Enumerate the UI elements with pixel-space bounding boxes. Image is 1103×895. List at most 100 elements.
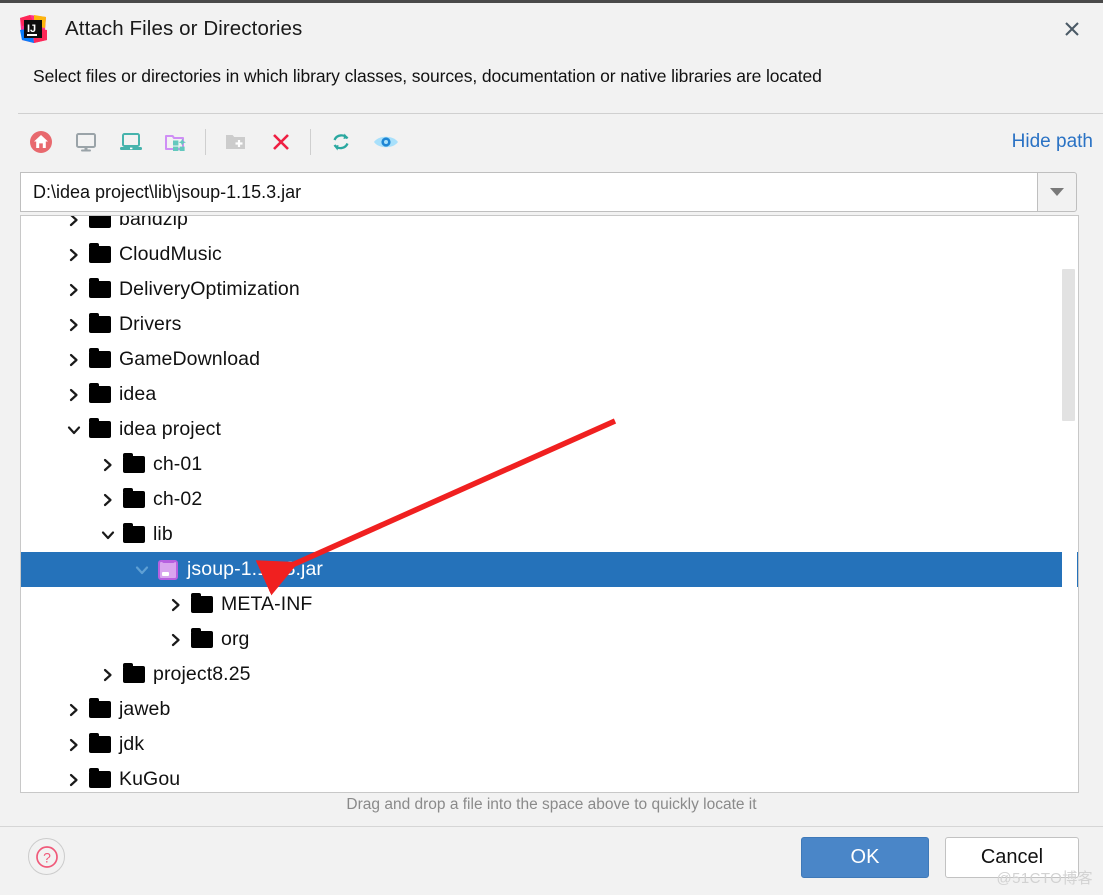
watermark: @51CTO博客 [996, 870, 1093, 887]
path-input[interactable]: D:\idea project\lib\jsoup-1.15.3.jar [20, 172, 1037, 212]
tree-row[interactable]: project8.25 [21, 657, 1078, 692]
tree-row-label: ch-02 [153, 488, 203, 510]
chevron-down-icon[interactable] [129, 552, 155, 587]
tree-row-label: KuGou [119, 768, 181, 790]
folder-icon [87, 272, 113, 307]
tree-row[interactable]: META-INF [21, 587, 1078, 622]
title-bar: IJ Attach Files or Directories [0, 3, 1103, 55]
folder-icon [87, 377, 113, 412]
tree-row-indent [21, 272, 61, 307]
home-icon[interactable] [18, 122, 63, 162]
folder-icon [189, 622, 215, 657]
folder-icon [121, 447, 147, 482]
chevron-right-icon[interactable] [61, 342, 87, 377]
close-icon[interactable] [1041, 3, 1103, 55]
tree-row-indent [21, 216, 61, 237]
tree-row[interactable]: CloudMusic [21, 237, 1078, 272]
chevron-right-icon[interactable] [61, 216, 87, 237]
tree-row-label: CloudMusic [119, 243, 222, 265]
dialog-title: Attach Files or Directories [65, 17, 303, 40]
help-icon[interactable]: ? [28, 838, 65, 875]
path-row: D:\idea project\lib\jsoup-1.15.3.jar [20, 172, 1077, 212]
drag-drop-hint: Drag and drop a file into the space abov… [346, 796, 757, 813]
chevron-right-icon[interactable] [61, 237, 87, 272]
tree-row[interactable]: GameDownload [21, 342, 1078, 377]
toolbar-separator [310, 128, 311, 155]
file-tree[interactable]: bandzip CloudMusic DeliveryOptimization Dri… [20, 215, 1079, 793]
show-hidden-icon[interactable] [363, 122, 408, 162]
tree-row[interactable]: Drivers [21, 307, 1078, 342]
folder-icon [121, 657, 147, 692]
tree-row-label: META-INF [221, 593, 313, 615]
chevron-down-icon [1050, 188, 1064, 196]
tree-row[interactable]: org [21, 622, 1078, 657]
intellij-idea-icon: IJ [18, 14, 48, 44]
laptop-icon[interactable] [108, 122, 153, 162]
chevron-right-icon[interactable] [61, 377, 87, 412]
dialog-description: Select files or directories in which lib… [33, 66, 822, 86]
ok-button[interactable]: OK [801, 837, 929, 878]
folder-icon [87, 762, 113, 792]
tree-row-indent [21, 482, 95, 517]
chevron-right-icon[interactable] [163, 587, 189, 622]
footer [0, 827, 1103, 895]
tree-row[interactable]: DeliveryOptimization [21, 272, 1078, 307]
tree-row-indent [21, 657, 95, 692]
chevron-right-icon[interactable] [61, 272, 87, 307]
toolbar: Hide path [18, 117, 1103, 166]
delete-icon[interactable] [258, 122, 303, 162]
chevron-right-icon[interactable] [163, 622, 189, 657]
svg-text:?: ? [43, 849, 51, 865]
tree-row[interactable]: lib [21, 517, 1078, 552]
tree-row[interactable]: jaweb [21, 692, 1078, 727]
folder-icon [121, 482, 147, 517]
project-folder-icon[interactable] [153, 122, 198, 162]
chevron-right-icon[interactable] [61, 762, 87, 792]
folder-icon [87, 727, 113, 762]
chevron-right-icon[interactable] [95, 657, 121, 692]
folder-icon [87, 307, 113, 342]
folder-icon [87, 692, 113, 727]
chevron-right-icon[interactable] [61, 692, 87, 727]
tree-row[interactable]: jsoup-1.15.3.jar [21, 552, 1078, 587]
new-folder-icon [213, 122, 258, 162]
chevron-right-icon[interactable] [95, 447, 121, 482]
tree-row[interactable]: idea project [21, 412, 1078, 447]
tree-row-label: lib [153, 523, 173, 545]
chevron-right-icon[interactable] [95, 482, 121, 517]
toolbar-separator [205, 128, 206, 155]
chevron-right-icon[interactable] [61, 727, 87, 762]
refresh-icon[interactable] [318, 122, 363, 162]
header-divider [18, 113, 1103, 114]
tree-row-indent [21, 377, 61, 412]
chevron-down-icon[interactable] [61, 412, 87, 447]
tree-row[interactable]: ch-01 [21, 447, 1078, 482]
desktop-icon[interactable] [63, 122, 108, 162]
tree-row-label: idea [119, 383, 157, 405]
tree-row[interactable]: ch-02 [21, 482, 1078, 517]
tree-row-label: GameDownload [119, 348, 261, 370]
tree-row-indent [21, 762, 61, 792]
tree-row[interactable]: bandzip [21, 216, 1078, 237]
tree-row-indent [21, 307, 61, 342]
tree-row[interactable]: jdk [21, 727, 1078, 762]
tree-row-indent [21, 237, 61, 272]
hide-path-link[interactable]: Hide path [1012, 131, 1093, 153]
chevron-right-icon[interactable] [61, 307, 87, 342]
folder-icon [189, 587, 215, 622]
attach-files-dialog: IJ Attach Files or Directories Select fi… [0, 0, 1103, 895]
tree-row[interactable]: KuGou [21, 762, 1078, 792]
tree-row-indent [21, 727, 61, 762]
chevron-down-icon[interactable] [95, 517, 121, 552]
tree-scrollbar-thumb[interactable] [1062, 269, 1075, 421]
tree-scrollbar[interactable] [1062, 217, 1077, 792]
tree-row-indent [21, 342, 61, 377]
path-dropdown-button[interactable] [1037, 172, 1077, 212]
tree-row-label: DeliveryOptimization [119, 278, 300, 300]
tree-row-label: jaweb [119, 698, 171, 720]
tree-row-label: jdk [119, 733, 145, 755]
tree-row[interactable]: idea [21, 377, 1078, 412]
file-tree-rows: bandzip CloudMusic DeliveryOptimization Dri… [21, 216, 1078, 792]
tree-row-label: idea project [119, 418, 222, 440]
tree-row-indent [21, 552, 129, 587]
